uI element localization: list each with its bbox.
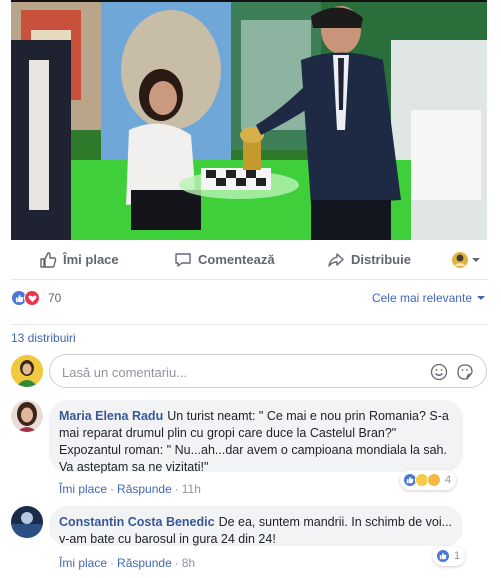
reaction-count[interactable]: 70 <box>48 291 61 305</box>
separator-dot: · <box>110 556 115 570</box>
sticker-icon[interactable] <box>456 363 474 384</box>
comment-meta: Îmi place · Răspunde · 11h <box>59 482 201 496</box>
comment-composer: Lasă un comentariu... <box>11 352 487 390</box>
like-reaction-icon <box>436 549 450 563</box>
commenter-avatar[interactable] <box>11 506 43 538</box>
sort-label: Cele mai relevante <box>371 291 472 305</box>
comment-reply-link[interactable]: Răspunde <box>117 556 172 570</box>
post-photo[interactable] <box>11 0 487 240</box>
comment-reply-link[interactable]: Răspunde <box>117 482 172 496</box>
share-arrow-icon <box>328 252 344 267</box>
comment-bubble: Constantin Costa Benedic De ea, suntem ma… <box>49 506 463 546</box>
comment-meta: Îmi place · Răspunde · 8h <box>59 556 195 570</box>
comment-sort-dropdown[interactable]: Cele mai relevante <box>372 291 485 305</box>
comment-like-link[interactable]: Îmi place <box>59 556 107 570</box>
commenter-avatar[interactable] <box>11 400 43 432</box>
comment-button-label: Comentează <box>198 252 275 267</box>
like-button[interactable]: Îmi place <box>39 251 119 269</box>
comment-timestamp[interactable]: 11h <box>182 482 201 496</box>
comment-reaction-count: 4 <box>445 474 452 486</box>
separator-dot: · <box>174 556 179 570</box>
reactions-summary: 70 Cele mai relevante <box>11 288 487 310</box>
sad-reaction-icon <box>427 473 441 487</box>
share-button-label: Distribuie <box>351 252 411 267</box>
comment-reactions-badge[interactable]: 4 <box>400 470 457 490</box>
comment-input[interactable]: Lasă un comentariu... <box>49 354 487 388</box>
viewer-avatar-icon <box>452 251 480 268</box>
like-button-label: Îmi place <box>63 252 119 267</box>
separator-dot: · <box>174 482 179 496</box>
photo-illustration <box>11 0 487 240</box>
shares-row: 13 distribuiri <box>11 324 487 345</box>
speech-bubble-icon <box>175 252 191 267</box>
comment-reactions-badge[interactable]: 1 <box>433 546 466 566</box>
current-user-avatar[interactable] <box>11 355 43 387</box>
comment-input-placeholder: Lasă un comentariu... <box>62 365 188 380</box>
emoji-icon[interactable] <box>430 363 448 384</box>
comment-author[interactable]: Maria Elena Radu <box>59 409 163 423</box>
comment-like-link[interactable]: Îmi place <box>59 482 107 496</box>
comment-bubble: Maria Elena Radu Un turist neamt: " Ce ma… <box>49 400 463 474</box>
comment-author[interactable]: Constantin Costa Benedic <box>59 515 215 529</box>
post-as-selector[interactable] <box>451 251 487 269</box>
photo-top-border <box>11 0 487 2</box>
post-action-bar: Îmi place Comentează Distribuie <box>11 240 487 280</box>
comment-item: Constantin Costa Benedic De ea, suntem ma… <box>11 506 487 578</box>
caret-down-icon <box>477 296 485 300</box>
shares-count-link[interactable]: 13 distribuiri <box>11 331 76 345</box>
separator-dot: · <box>110 482 115 496</box>
reaction-icons[interactable] <box>11 290 40 306</box>
comment-timestamp[interactable]: 8h <box>182 556 195 570</box>
comment-item: Maria Elena Radu Un turist neamt: " Ce ma… <box>11 400 487 500</box>
comment-reaction-count: 1 <box>454 550 461 562</box>
thumbs-up-icon <box>40 251 57 268</box>
share-button[interactable]: Distribuie <box>327 251 411 269</box>
love-reaction-icon <box>24 290 40 306</box>
